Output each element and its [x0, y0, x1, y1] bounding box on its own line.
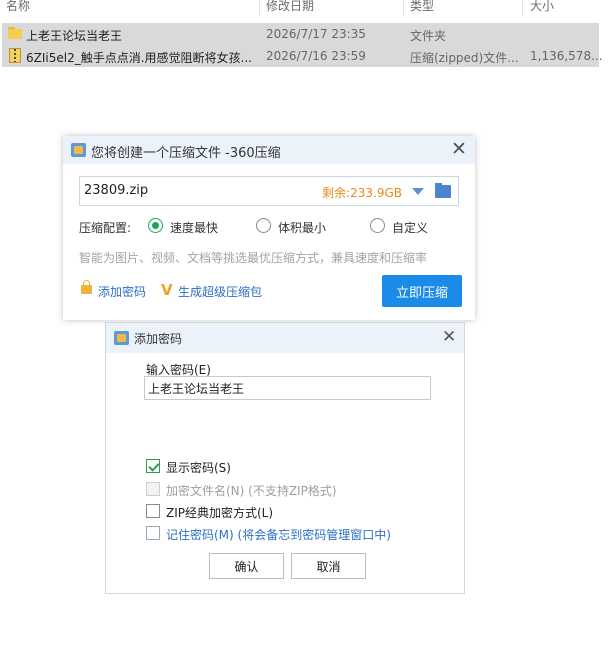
- file-name: 6ZIi5el2_触手点点消.用感觉阻断将女孩...: [26, 51, 252, 65]
- lock-icon: [81, 280, 92, 294]
- column-divider[interactable]: [522, 0, 523, 16]
- column-header-type[interactable]: 类型: [410, 0, 434, 14]
- password-dialog-titlebar[interactable]: 添加密码 ✕: [106, 323, 464, 353]
- password-input[interactable]: [144, 376, 431, 400]
- super-package-link[interactable]: V 生成超级压缩包: [161, 281, 263, 300]
- archive-path-field[interactable]: 剩余:233.9GB: [79, 176, 459, 206]
- column-header-row: 名称 修改日期 类型 大小: [0, 0, 611, 16]
- checkbox-label: 加密文件名(N) (不支持ZIP格式): [166, 484, 337, 498]
- file-explorer-list: 名称 修改日期 类型 大小 上老王论坛当老王 2026/7/17 23:35 文…: [0, 0, 611, 70]
- radio-label: 速度最快: [170, 221, 219, 235]
- file-size: 1,136,578...: [530, 49, 603, 63]
- file-name: 上老王论坛当老王: [26, 29, 123, 43]
- column-header-name[interactable]: 名称: [6, 0, 30, 14]
- compress-now-button[interactable]: 立即压缩: [382, 275, 462, 307]
- vip-v-icon: V: [161, 281, 173, 299]
- file-type: 压缩(zipped)文件...: [410, 51, 519, 65]
- column-header-modified[interactable]: 修改日期: [266, 0, 314, 14]
- file-row-folder[interactable]: 上老王论坛当老王 2026/7/17 23:35 文件夹: [2, 23, 599, 45]
- compress-dialog: 您将创建一个压缩文件 -360压缩 ✕ 剩余:233.9GB 压缩配置: 速度最…: [63, 136, 475, 320]
- cancel-button[interactable]: 取消: [291, 553, 366, 579]
- confirm-button[interactable]: 确认: [209, 553, 284, 579]
- add-password-link[interactable]: 添加密码: [81, 280, 147, 300]
- chevron-down-icon[interactable]: [412, 188, 424, 195]
- checkbox-label: 记住密码(M) (将会备忘到密码管理窗口中): [166, 528, 391, 542]
- checkbox-box[interactable]: [146, 459, 160, 473]
- radio-button[interactable]: [370, 218, 385, 233]
- radio-button[interactable]: [256, 218, 271, 233]
- compress-hint-text: 智能为图片、视频、文档等挑选最优压缩方式，兼具速度和压缩率: [79, 251, 428, 265]
- close-icon[interactable]: ✕: [451, 140, 467, 159]
- compress-config-label: 压缩配置:: [79, 221, 132, 235]
- checkbox-label: 显示密码(S): [166, 461, 231, 475]
- file-type: 文件夹: [410, 29, 447, 43]
- 360zip-app-icon: [114, 331, 129, 345]
- column-divider[interactable]: [259, 0, 260, 16]
- add-password-dialog: 添加密码 ✕ 输入密码(E) 显示密码(S) 加密文件名(N) (不支持ZIP格…: [105, 322, 465, 594]
- file-row-zip[interactable]: 6ZIi5el2_触手点点消.用感觉阻断将女孩... 2026/7/16 23:…: [2, 45, 603, 67]
- super-package-label: 生成超级压缩包: [178, 285, 263, 299]
- compress-dialog-titlebar[interactable]: 您将创建一个压缩文件 -360压缩 ✕: [63, 136, 475, 164]
- close-icon[interactable]: ✕: [442, 329, 456, 346]
- checkbox-box[interactable]: [146, 504, 160, 518]
- checkbox-label: ZIP经典加密方式(L): [166, 506, 274, 520]
- column-header-size[interactable]: 大小: [530, 0, 554, 14]
- file-modified: 2026/7/16 23:59: [266, 49, 366, 63]
- 360zip-app-icon: [71, 143, 86, 157]
- browse-folder-icon[interactable]: [435, 183, 451, 198]
- radio-label: 自定义: [392, 221, 429, 235]
- radio-button[interactable]: [148, 218, 163, 233]
- checkbox-box[interactable]: [146, 526, 160, 540]
- archive-filename-input[interactable]: [84, 183, 314, 198]
- add-password-label: 添加密码: [98, 285, 147, 299]
- free-space-label: 剩余:233.9GB: [322, 186, 402, 200]
- password-dialog-title: 添加密码: [134, 332, 183, 346]
- zip-file-icon: [9, 48, 21, 63]
- column-divider[interactable]: [403, 0, 404, 16]
- radio-label: 体积最小: [278, 221, 327, 235]
- folder-icon: [8, 27, 22, 39]
- file-modified: 2026/7/17 23:35: [266, 27, 366, 41]
- checkbox-box: [146, 482, 160, 496]
- compress-dialog-title: 您将创建一个压缩文件 -360压缩: [91, 146, 281, 161]
